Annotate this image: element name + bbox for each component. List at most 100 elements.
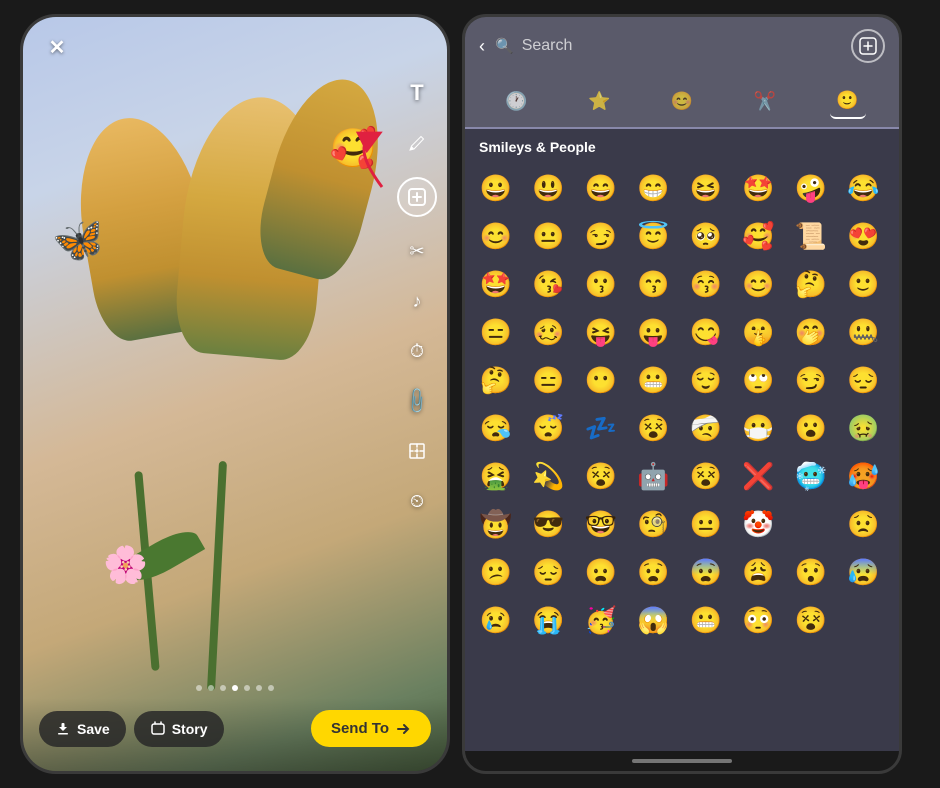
back-button[interactable]: ‹ [479,36,485,57]
emoji-scream[interactable]: 😱 [631,597,677,643]
search-area[interactable]: 🔍 Search [495,37,841,55]
category-favorites[interactable]: ⭐ [581,83,617,119]
emoji-upside[interactable]: 🙂 [841,261,887,307]
emoji-sunglasses[interactable]: 😎 [526,501,572,547]
emoji-anguished[interactable]: 😧 [631,549,677,595]
emoji-sweating[interactable]: 😰 [841,549,887,595]
emoji-rolling-eyes[interactable]: 🙄 [736,357,782,403]
draw-tool-button[interactable] [401,127,433,159]
emoji-muted[interactable]: 🤐 [841,309,887,355]
emoji-heart-eyes-2[interactable]: 🥰 [736,213,782,259]
link-tool-button[interactable]: 📎 [394,378,439,423]
emoji-grinning[interactable]: 😀 [473,165,519,211]
timer-tool-button[interactable]: ⏱ [401,335,433,367]
emoji-vomiting[interactable]: 🤮 [473,453,519,499]
emoji-sleeping[interactable]: 😴 [526,405,572,451]
emoji-tongue[interactable]: 😛 [631,309,677,355]
category-smileys[interactable]: 😊 [664,83,700,119]
emoji-pensive[interactable]: 😔 [841,357,887,403]
emoji-mask[interactable]: 😷 [736,405,782,451]
close-button[interactable]: ✕ [39,29,75,65]
save-button[interactable]: Save [39,711,126,747]
butterfly-sticker[interactable]: 🦋 [49,213,109,270]
emoji-cold[interactable]: 🥶 [788,453,834,499]
emoji-cowboy[interactable]: 🤠 [473,501,519,547]
emoji-smile[interactable]: 😄 [578,165,624,211]
emoji-shushing[interactable]: 🤫 [736,309,782,355]
emoji-dizzy2[interactable]: 💫 [526,453,572,499]
emoji-grimacing[interactable]: 😬 [631,357,677,403]
emoji-crying[interactable]: 😢 [473,597,519,643]
sticker-library-button[interactable] [851,29,885,63]
emoji-pensive2[interactable]: 😔 [526,549,572,595]
emoji-cross[interactable]: ❌ [736,453,782,499]
send-to-button[interactable]: Send To [311,710,431,747]
text-tool-button[interactable]: T [401,77,433,109]
emoji-hand-over-mouth[interactable]: 🤭 [788,309,834,355]
emoji-zany[interactable]: 🤪 [788,165,834,211]
emoji-worried[interactable]: 😟 [841,501,887,547]
story-button[interactable]: Story [134,711,224,747]
emoji-expressionless2[interactable]: 😐 [683,501,729,547]
emoji-rofl[interactable]: 😂 [841,165,887,211]
emoji-neutral[interactable]: 😐 [526,213,572,259]
category-active[interactable]: 🙂 [830,83,866,119]
emoji-kissing-closed[interactable]: 😚 [683,261,729,307]
music-tool-button[interactable]: ♪ [401,285,433,317]
emoji-hot[interactable]: 🥵 [841,453,887,499]
emoji-hushed2[interactable]: 😯 [788,549,834,595]
sticker-tool-button[interactable] [397,177,437,217]
emoji-injured[interactable]: 🤕 [683,405,729,451]
emoji-relieved[interactable]: 😌 [683,357,729,403]
emoji-starstruck[interactable]: 🤩 [736,165,782,211]
emoji-nauseated[interactable]: 🤢 [841,405,887,451]
emoji-kissing-heart[interactable]: 😘 [526,261,572,307]
emoji-monocle[interactable]: 🧐 [631,501,677,547]
emoji-thinking2[interactable]: 🤔 [473,357,519,403]
emoji-scroll[interactable]: 📜 [788,213,834,259]
emoji-blush2[interactable]: 😊 [736,261,782,307]
emoji-confused[interactable]: 😕 [473,549,519,595]
emoji-weary[interactable]: 😩 [736,549,782,595]
emoji-party[interactable]: 🥳 [578,597,624,643]
emoji-woozy[interactable]: 🥴 [526,309,572,355]
emoji-skull[interactable]: 😵 [578,453,624,499]
emoji-sleepy[interactable]: 😪 [473,405,519,451]
emoji-kissing[interactable]: 😗 [578,261,624,307]
emoji-halo[interactable]: 😇 [631,213,677,259]
emoji-fearful[interactable]: 😨 [683,549,729,595]
emoji-starstruck2[interactable]: 🤩 [473,261,519,307]
emoji-pleading[interactable]: 🥺 [683,213,729,259]
emoji-dizzy[interactable]: 😵 [631,405,677,451]
emoji-loudly-crying[interactable]: 😭 [526,597,572,643]
crop-tool-button[interactable] [401,435,433,467]
emoji-grin[interactable]: 😁 [631,165,677,211]
category-recent[interactable]: 🕐 [498,83,534,119]
emoji-heart-eyes[interactable]: 😍 [841,213,887,259]
emoji-robot[interactable]: 🤖 [631,453,677,499]
emoji-hushed[interactable]: 😮 [788,405,834,451]
emoji-neutral2[interactable]: 😑 [473,309,519,355]
emoji-clown[interactable]: 🤡 [736,501,782,547]
emoji-no-mouth[interactable]: 😶 [578,357,624,403]
category-scissors[interactable]: ✂️ [747,83,783,119]
emoji-blush[interactable]: 😊 [473,213,519,259]
emoji-grimacing2[interactable]: 😬 [683,597,729,643]
emoji-expressionless[interactable]: 😑 [526,357,572,403]
emoji-flushed[interactable]: 😳 [736,597,782,643]
flower-sticker[interactable]: 🌸 [103,544,148,586]
emoji-kissing-smiling[interactable]: 😙 [631,261,677,307]
emoji-smirk2[interactable]: 😏 [788,357,834,403]
timer2-tool-button[interactable]: ⏲ [401,485,433,517]
emoji-nerd[interactable]: 🤓 [578,501,624,547]
emoji-frowning[interactable]: 😦 [578,549,624,595]
emoji-laughing[interactable]: 😆 [683,165,729,211]
emoji-smiley[interactable]: 😃 [526,165,572,211]
emoji-zzz[interactable]: 💤 [578,405,624,451]
emoji-dizzy3[interactable]: 😵 [788,597,834,643]
emoji-yum[interactable]: 😋 [683,309,729,355]
emoji-squinting[interactable]: 😝 [578,309,624,355]
scissors-tool-button[interactable]: ✂ [401,235,433,267]
emoji-thinking-face[interactable]: 🤔 [788,261,834,307]
emoji-smirk[interactable]: 😏 [578,213,624,259]
